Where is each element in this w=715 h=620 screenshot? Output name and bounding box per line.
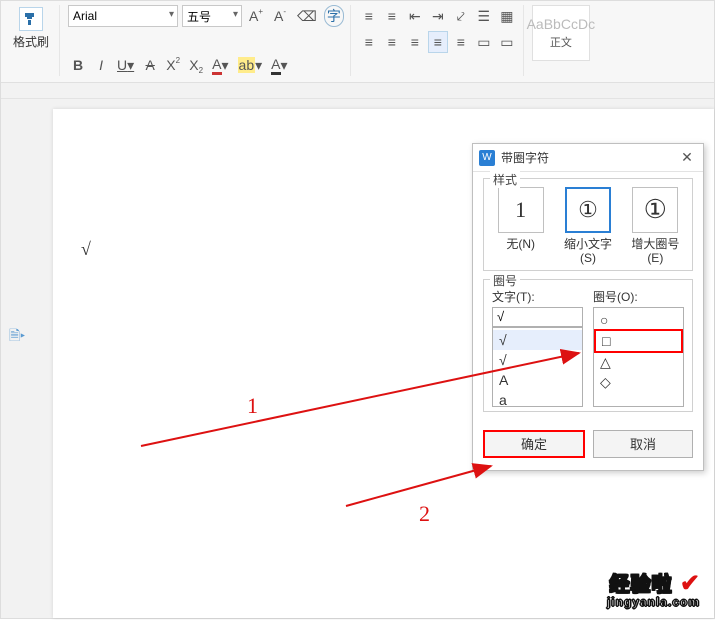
fieldset-style-label: 样式 — [490, 171, 520, 188]
shape-listbox[interactable]: ○ □ △ ◇ — [593, 307, 684, 407]
fieldset-enclose-label: 圈号 — [490, 272, 520, 289]
fieldset-enclose: 圈号 文字(T): √ √ A a 圈号(O): ○ □ — [483, 279, 693, 412]
close-button[interactable]: ✕ — [677, 149, 697, 166]
style-none-label: 无(N) — [506, 237, 535, 251]
ribbon: 格式刷 ▾ ▾ A+ A- ⌫ 字 B I U ▾ A X2 X2 A ▾ a — [1, 1, 714, 83]
text-listbox[interactable]: √ √ A a — [492, 327, 583, 407]
style-preview[interactable]: AaBbCcDc 正文 — [532, 5, 590, 61]
group-styles: AaBbCcDc 正文 — [526, 5, 596, 76]
style-option-shrink[interactable]: ① 缩小文字(S) — [559, 187, 616, 266]
ruler — [1, 83, 714, 99]
bullets-button[interactable]: ≡ — [359, 5, 379, 27]
line-spacing-button[interactable]: ≡ — [451, 31, 471, 53]
text-input[interactable] — [492, 307, 583, 327]
style-enlarge-label: 增大圈号(E) — [627, 237, 684, 266]
style-preview-name: 正文 — [550, 34, 572, 50]
style-option-enlarge[interactable]: ① 增大圈号(E) — [627, 187, 684, 266]
clear-format-icon: ⌫ — [297, 8, 317, 25]
enclosed-char-button[interactable]: 字 — [324, 5, 344, 27]
watermark-main: 经验啦 — [610, 574, 673, 596]
format-brush-button[interactable]: 格式刷 — [9, 5, 53, 52]
underline-button[interactable]: U ▾ — [114, 54, 137, 76]
borders-button[interactable]: ▭ — [497, 31, 517, 53]
list-item[interactable]: √ — [493, 330, 582, 350]
font-color-button[interactable]: A ▾ — [209, 54, 231, 76]
grow-font-icon: A — [249, 8, 258, 24]
format-brush-label: 格式刷 — [13, 33, 49, 50]
text-column: 文字(T): √ √ A a — [492, 288, 583, 407]
font-size-wrap[interactable]: ▾ — [182, 5, 242, 27]
superscript-button[interactable]: X2 — [163, 54, 183, 76]
enclosed-char-icon: 字 — [327, 6, 341, 26]
dialog-buttons: 确定 取消 — [473, 422, 703, 470]
align-justify-button[interactable]: ≡ — [428, 31, 448, 53]
font-name-input[interactable] — [68, 5, 178, 27]
app-logo-icon: W — [479, 150, 495, 166]
font-size-input[interactable] — [182, 5, 242, 27]
compare-button[interactable]: ☰ — [474, 5, 494, 27]
enclosed-char-dialog: W 带圈字符 ✕ 样式 1 无(N) ① 缩小文字(S) ① 增大圈号(E) — [472, 143, 704, 471]
ok-button[interactable]: 确定 — [483, 430, 585, 458]
shrink-font-button[interactable]: A- — [270, 5, 290, 27]
outdent-button[interactable]: ⇤ — [405, 5, 425, 27]
grow-font-button[interactable]: A+ — [246, 5, 266, 27]
annotation-2: 2 — [419, 501, 430, 527]
list-item[interactable]: A — [493, 370, 582, 390]
numbering-button[interactable]: ≡ — [382, 5, 402, 27]
paste-options-icon[interactable]: 🗎▸ — [9, 325, 25, 349]
style-enlarge-preview: ① — [632, 187, 678, 233]
list-item-square[interactable]: □ — [594, 329, 683, 353]
shrink-font-icon: A — [274, 8, 283, 24]
shading-button[interactable]: ▭ — [474, 31, 494, 53]
document-text: √ — [81, 239, 91, 260]
group-clipboard: 格式刷 — [3, 5, 60, 76]
italic-button[interactable]: I — [91, 54, 111, 76]
align-right-button[interactable]: ≡ — [405, 31, 425, 53]
dialog-titlebar[interactable]: W 带圈字符 ✕ — [473, 144, 703, 172]
list-item[interactable]: △ — [594, 352, 683, 372]
check-icon: ✔ — [680, 570, 700, 597]
style-none-preview: 1 — [498, 187, 544, 233]
tabs-button[interactable]: ⤦ — [451, 5, 471, 27]
text-color-button[interactable]: A ▾ — [268, 54, 290, 76]
cancel-button[interactable]: 取消 — [593, 430, 693, 458]
list-item[interactable]: ◇ — [594, 372, 683, 392]
list-item[interactable]: √ — [493, 350, 582, 370]
strike-button[interactable]: A — [140, 54, 160, 76]
clear-format-button[interactable]: ⌫ — [294, 5, 320, 27]
dialog-body: 样式 1 无(N) ① 缩小文字(S) ① 增大圈号(E) 圈号 — [473, 172, 703, 422]
highlight-button[interactable]: ab ▾ — [235, 54, 266, 76]
style-shrink-preview: ① — [565, 187, 611, 233]
watermark: 经验啦 ✔ jingyanla.com — [607, 572, 700, 608]
list-item[interactable]: ○ — [594, 310, 683, 330]
group-font: ▾ ▾ A+ A- ⌫ 字 B I U ▾ A X2 X2 A ▾ ab ▾ A… — [62, 5, 351, 76]
cell-button[interactable]: ▦ — [497, 5, 517, 27]
align-left-button[interactable]: ≡ — [359, 31, 379, 53]
shape-column: 圈号(O): ○ □ △ ◇ — [593, 288, 684, 407]
dialog-title: 带圈字符 — [501, 149, 549, 166]
watermark-sub: jingyanla.com — [607, 596, 700, 608]
list-item[interactable]: a — [493, 390, 582, 407]
style-shrink-label: 缩小文字(S) — [559, 237, 616, 266]
group-paragraph: ≡ ≡ ⇤ ⇥ ⤦ ☰ ▦ ≡ ≡ ≡ ≡ ≡ ▭ ▭ — [353, 5, 524, 76]
style-preview-text: AaBbCcDc — [527, 16, 595, 32]
bold-button[interactable]: B — [68, 54, 88, 76]
font-name-wrap[interactable]: ▾ — [68, 5, 178, 27]
format-brush-icon — [19, 7, 43, 31]
style-option-none[interactable]: 1 无(N) — [492, 187, 549, 251]
align-center-button[interactable]: ≡ — [382, 31, 402, 53]
indent-button[interactable]: ⇥ — [428, 5, 448, 27]
fieldset-style: 样式 1 无(N) ① 缩小文字(S) ① 增大圈号(E) — [483, 178, 693, 271]
annotation-1: 1 — [247, 393, 258, 419]
subscript-button[interactable]: X2 — [186, 54, 206, 76]
text-col-label: 文字(T): — [492, 288, 583, 305]
shape-col-label: 圈号(O): — [593, 288, 684, 305]
